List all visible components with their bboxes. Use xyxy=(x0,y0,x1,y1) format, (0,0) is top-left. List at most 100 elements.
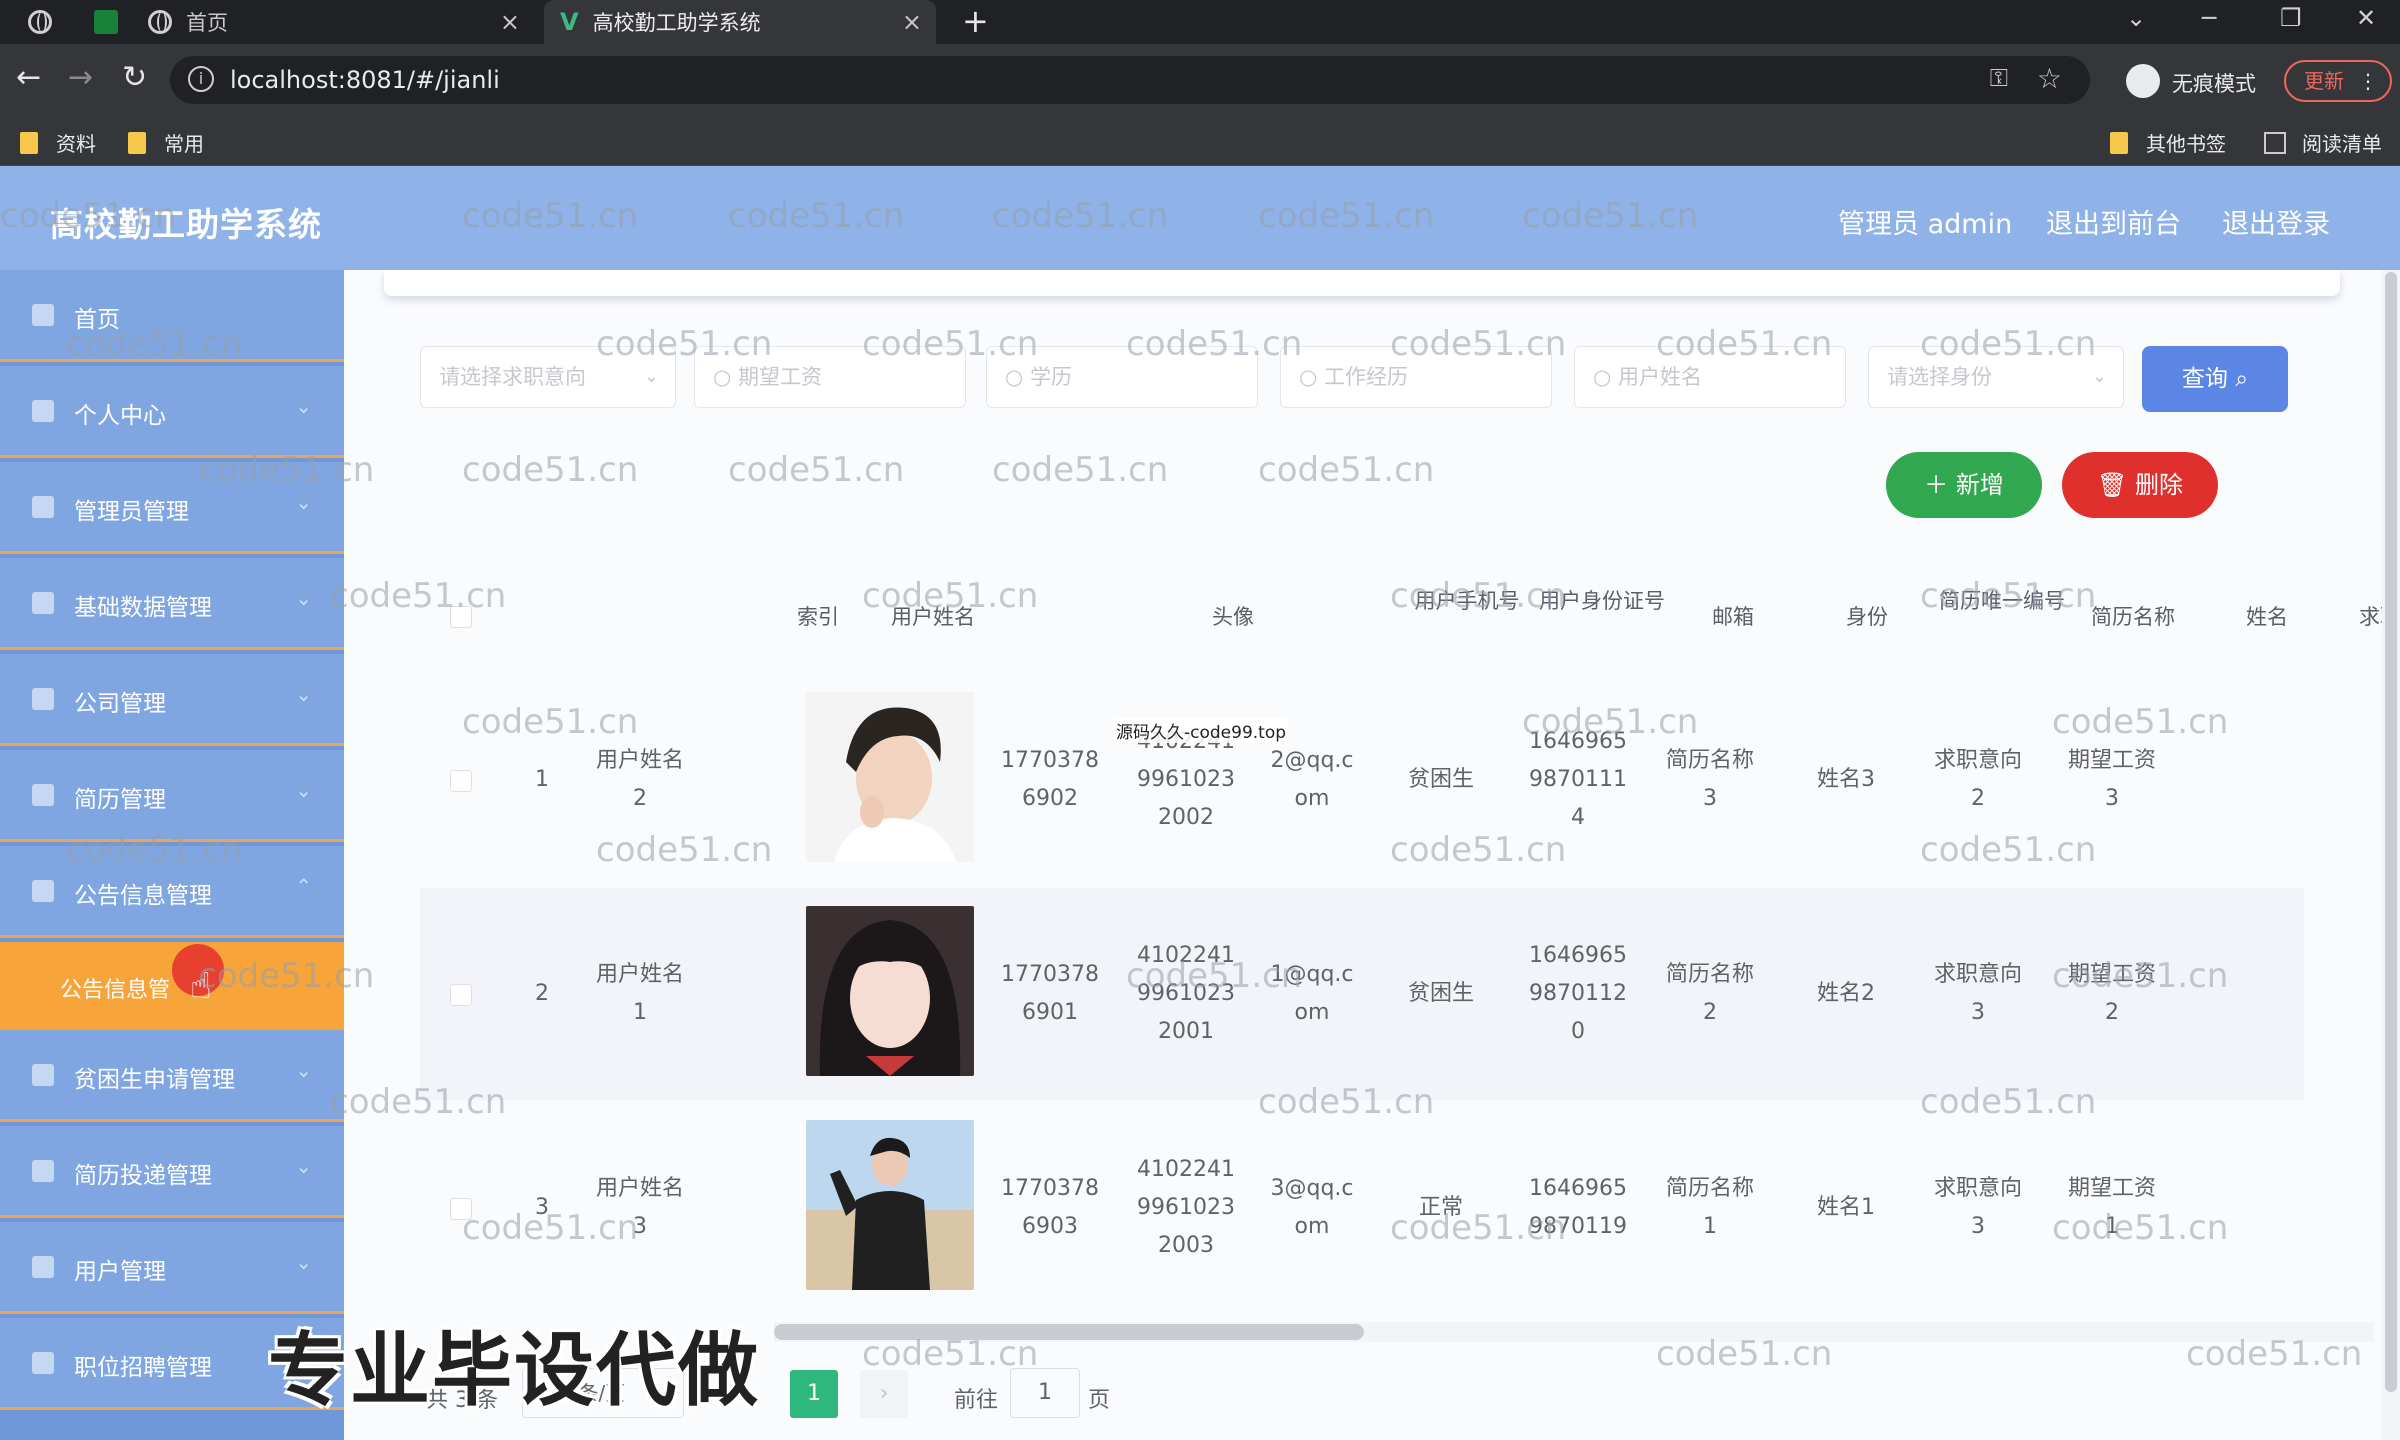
chevron-down-icon: ⌄ xyxy=(295,778,312,802)
scrollbar-thumb[interactable] xyxy=(774,1324,1364,1340)
input-placeholder: 学历 xyxy=(1030,365,1072,389)
tab-app[interactable]: V 高校勤工助学系统 × xyxy=(544,0,936,44)
update-button[interactable]: 更新 ⋮ xyxy=(2284,60,2392,102)
job-intent-select[interactable]: 请选择求职意向 ⌄ xyxy=(420,346,676,408)
sidebar-item-admin[interactable]: 管理员管理 ⌄ xyxy=(0,462,344,554)
avatar-image xyxy=(806,1120,974,1290)
cell-resume-name: 简历名称3 xyxy=(1665,748,1754,811)
chevron-up-icon: ⌃ xyxy=(295,874,312,898)
forward-icon[interactable]: → xyxy=(68,60,93,95)
incognito-icon[interactable] xyxy=(2126,64,2160,98)
cell-index: 3 xyxy=(535,1195,549,1220)
breadcrumb-card xyxy=(384,270,2340,296)
restore-icon[interactable]: ❐ xyxy=(2280,4,2302,32)
add-button-label: 新增 xyxy=(1955,471,2004,499)
new-tab-icon[interactable]: + xyxy=(962,2,989,40)
page-button-current[interactable]: 1 xyxy=(790,1370,838,1418)
username-input[interactable]: ○ 用户姓名 xyxy=(1574,346,1846,408)
cell-salary: 期望工资1 xyxy=(2067,1176,2156,1239)
bookmark-folder[interactable]: 资料 xyxy=(20,128,96,157)
column-header-index: 索引 xyxy=(797,605,839,629)
education-input[interactable]: ○ 学历 xyxy=(986,346,1258,408)
reading-list[interactable]: 阅读清单 xyxy=(2264,128,2382,157)
table-row[interactable]: 2 用户姓名1 17703786901 410224199610232001 1… xyxy=(420,888,2304,1100)
bookmark-label: 资料 xyxy=(56,132,96,156)
chevron-down-icon: ⌄ xyxy=(295,490,312,514)
row-checkbox[interactable] xyxy=(450,770,472,792)
sidebar-subitem-notice[interactable]: 公告信息管 xyxy=(0,942,344,1030)
cell-intent: 求职意向3 xyxy=(1933,1176,2022,1239)
sidebar-item-notice[interactable]: 公告信息管理 ⌃ xyxy=(0,846,344,938)
cell-identity: 贫困生 xyxy=(1407,981,1474,1006)
sidebar-item-resume[interactable]: 简历管理 ⌄ xyxy=(0,750,344,842)
cell-phone: 17703786901 xyxy=(1001,962,1099,1025)
table-row[interactable]: 1 用户姓名2 17703786902 410224199610232002 2… xyxy=(420,674,2304,886)
cell-resume-no: 16469659870119 xyxy=(1529,1176,1627,1239)
cell-intent: 求职意向2 xyxy=(1933,748,2022,811)
chart-icon xyxy=(32,1352,54,1374)
cell-intent: 求职意向3 xyxy=(1933,962,2022,1025)
vue-logo-icon: V xyxy=(560,8,579,36)
chevron-down-icon: ⌄ xyxy=(295,1154,312,1178)
sidebar-item-poverty-apply[interactable]: 贫困生申请管理 ⌄ xyxy=(0,1030,344,1122)
sidebar-item-home[interactable]: 首页 xyxy=(0,270,344,362)
key-icon[interactable]: ⚿ xyxy=(1990,64,2008,92)
plus-icon: ＋ xyxy=(1924,471,1956,499)
row-checkbox[interactable] xyxy=(450,1198,472,1220)
cell-idcard: 410224199610232001 xyxy=(1137,943,1235,1044)
close-icon[interactable]: × xyxy=(902,8,922,36)
close-icon[interactable]: × xyxy=(500,8,520,36)
site-info-icon[interactable]: i xyxy=(188,66,214,92)
sheets-tab-icon[interactable] xyxy=(94,10,118,34)
goto-page-input[interactable]: 1 xyxy=(1010,1368,1080,1418)
vertical-scrollbar[interactable] xyxy=(2382,270,2400,1440)
sidebar-item-basic-data[interactable]: 基础数据管理 ⌄ xyxy=(0,558,344,650)
next-page-button[interactable]: › xyxy=(860,1370,908,1418)
exit-frontend-link[interactable]: 退出到前台 xyxy=(2046,202,2181,241)
search-icon: ○ xyxy=(713,365,738,389)
sidebar-item-users[interactable]: 用户管理 ⌄ xyxy=(0,1222,344,1314)
sidebar-item-resume-delivery[interactable]: 简历投递管理 ⌄ xyxy=(0,1126,344,1218)
folder-icon xyxy=(128,131,146,154)
chevron-down-icon: ⌄ xyxy=(295,1250,312,1274)
column-header-name: 姓名 xyxy=(2246,605,2288,629)
add-button[interactable]: ＋ 新增 xyxy=(1886,452,2042,518)
salary-input[interactable]: ○ 期望工资 xyxy=(694,346,966,408)
bookmark-folder[interactable]: 其他书签 xyxy=(2110,128,2226,157)
table-row[interactable]: 3 用户姓名3 17703786903 410224199610232003 3… xyxy=(420,1102,2304,1314)
sidebar-item-company[interactable]: 公司管理 ⌄ xyxy=(0,654,344,746)
bookmark-star-icon[interactable]: ☆ xyxy=(2037,62,2062,95)
cell-identity: 贫困生 xyxy=(1407,767,1474,792)
cell-email: 1@qq.com xyxy=(1270,962,1354,1025)
search-button-label: 查询 xyxy=(2181,366,2228,392)
more-icon[interactable]: ⋮ xyxy=(2358,62,2378,100)
close-window-icon[interactable]: ✕ xyxy=(2356,4,2376,32)
browser-menu-icon[interactable] xyxy=(28,10,52,34)
identity-select[interactable]: 请选择身份 ⌄ xyxy=(1868,346,2124,408)
reload-icon[interactable]: ↻ xyxy=(122,60,147,95)
cell-phone: 17703786903 xyxy=(1001,1176,1099,1239)
select-all-checkbox[interactable] xyxy=(450,606,472,628)
url-text: localhost:8081/#/jianli xyxy=(230,66,500,94)
scrollbar-thumb[interactable] xyxy=(2385,272,2397,1392)
column-header-resume-no: 简历唯一编号 xyxy=(1939,589,2065,613)
horizontal-scrollbar[interactable] xyxy=(774,1322,2374,1342)
url-input[interactable]: i localhost:8081/#/jianli ⚿ ☆ xyxy=(170,56,2090,104)
logout-link[interactable]: 退出登录 xyxy=(2222,202,2330,241)
back-icon[interactable]: ← xyxy=(16,60,41,95)
column-header-phone: 用户手机号 xyxy=(1414,589,1520,613)
cell-username: 用户姓名1 xyxy=(595,962,684,1025)
cell-name: 姓名1 xyxy=(1817,1195,1875,1220)
search-button[interactable]: 查询 ⌕ xyxy=(2142,346,2288,412)
select-placeholder: 请选择身份 xyxy=(1887,365,1992,389)
minimize-icon[interactable]: ─ xyxy=(2202,4,2216,32)
tab-search-icon[interactable]: ⌄ xyxy=(2126,4,2146,32)
delete-button[interactable]: 🗑 删除 xyxy=(2062,452,2218,518)
row-checkbox[interactable] xyxy=(450,984,472,1006)
cell-idcard: 410224199610232003 xyxy=(1137,1157,1235,1258)
bookmark-folder[interactable]: 常用 xyxy=(128,128,204,157)
tab-home[interactable]: 首页 × xyxy=(148,0,534,44)
sidebar-item-personal-center[interactable]: 个人中心 ⌄ xyxy=(0,366,344,458)
cell-identity: 正常 xyxy=(1418,1195,1463,1220)
experience-input[interactable]: ○ 工作经历 xyxy=(1280,346,1552,408)
